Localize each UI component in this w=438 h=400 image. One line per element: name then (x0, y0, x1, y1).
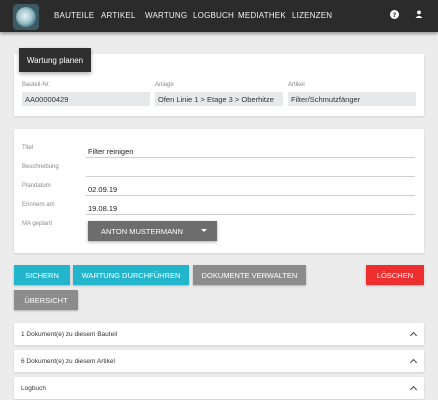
accordion-logbook[interactable]: Logbuch (14, 377, 424, 399)
employee-select[interactable]: ANTON MUSTERMANN (88, 221, 217, 241)
ma-geplant-label: MA geplant (22, 221, 53, 227)
nav-item-bauteile[interactable]: BAUTEILE (54, 11, 94, 20)
save-button[interactable]: SICHERN (14, 265, 70, 285)
erinnern-underline (86, 214, 415, 215)
accordion-component-documents[interactable]: 1 Dokument(e) zu diesem Bauteil (14, 323, 424, 345)
artikel-field: Filter/Schmutzfänger (288, 92, 416, 106)
chevron-up-icon (409, 331, 418, 340)
titel-input[interactable]: Filter reinigen (88, 147, 133, 156)
erinnern-label: Erinnern am (22, 202, 55, 208)
anlage-field: Ofen Linie 1 > Etage 3 > Oberhitze (155, 92, 283, 106)
accordion-article-documents[interactable]: 6 Dokument(e) zu diesem Artikel (14, 350, 424, 372)
app-logo[interactable] (13, 4, 39, 30)
svg-text:?: ? (392, 11, 396, 18)
chevron-up-icon (409, 358, 418, 367)
titel-label: Titel (22, 145, 34, 151)
nav-item-logbuch[interactable]: LOGBUCH (193, 11, 234, 20)
artikel-label: Artikel (288, 82, 305, 88)
plandatum-underline (86, 195, 415, 196)
plandatum-input[interactable]: 02.09.19 (88, 185, 117, 194)
delete-button[interactable]: LÖSCHEN (366, 265, 424, 285)
manage-documents-button[interactable]: DOKUMENTE VERWALTEN (193, 265, 306, 285)
accordion-label: 1 Dokument(e) zu diesem Bauteil (21, 331, 118, 338)
plandatum-label: Plandatum (22, 183, 51, 189)
erinnern-input[interactable]: 19.08.19 (88, 204, 117, 213)
chevron-up-icon (409, 385, 418, 394)
accordion-label: Logbuch (21, 385, 46, 392)
employee-select-value: ANTON MUSTERMANN (101, 226, 183, 236)
bauteil-nr-label: Bauteil-Nr. (22, 82, 51, 88)
nav-item-artikel[interactable]: ARTIKEL (101, 11, 136, 20)
anlage-label: Anlage (155, 82, 174, 88)
bauteil-nr-field: AA00000429 (22, 92, 150, 106)
titel-underline (86, 157, 415, 158)
perform-maintenance-button[interactable]: WARTUNG DURCHFÜHREN (73, 265, 189, 285)
top-navigation: BAUTEILE ARTIKEL WARTUNG LOGBUCH MEDIATH… (0, 0, 438, 32)
accordion-label: 6 Dokument(e) zu diesem Artikel (21, 358, 115, 365)
caret-down-icon (201, 229, 207, 232)
beschreibung-underline (86, 176, 415, 177)
user-icon[interactable] (413, 8, 425, 20)
maintenance-form-card (14, 129, 424, 253)
nav-item-wartung[interactable]: WARTUNG (145, 11, 187, 20)
beschreibung-label: Beschreibung (22, 164, 59, 170)
nav-item-lizenzen[interactable]: LIZENZEN (292, 11, 332, 20)
overview-button[interactable]: ÜBERSICHT (14, 290, 78, 310)
help-icon[interactable]: ? (388, 8, 400, 20)
nav-item-mediathek[interactable]: MEDIATHEK (238, 11, 286, 20)
logo-disc (16, 7, 36, 27)
tab-wartung-planen[interactable]: Wartung planen (19, 48, 91, 72)
